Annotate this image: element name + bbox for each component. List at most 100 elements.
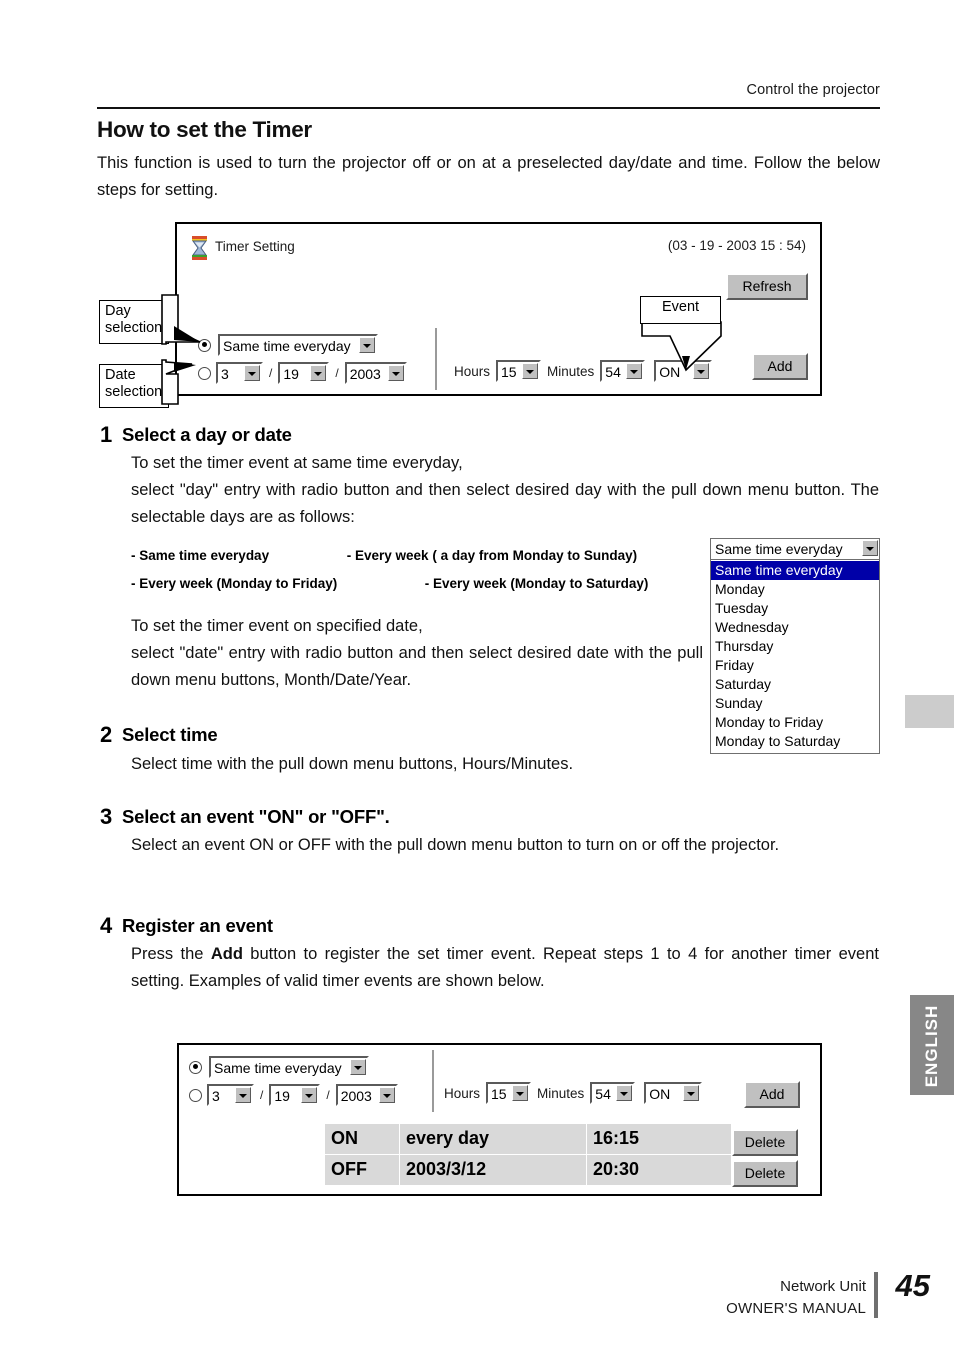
- time-selection-row-2: Hours 15 Minutes 54 ON: [444, 1082, 703, 1104]
- year-select[interactable]: 2003: [344, 362, 407, 384]
- event-time-cell: 16:15: [586, 1123, 732, 1155]
- delete-button-row-1[interactable]: Delete: [732, 1129, 798, 1156]
- dropdown-option-friday[interactable]: Friday: [711, 656, 879, 675]
- date-separator-2: /: [335, 366, 339, 380]
- chevron-down-icon[interactable]: [862, 540, 878, 556]
- dropdown-option-tuesday[interactable]: Tuesday: [711, 599, 879, 618]
- step-1-para-1: To set the timer event at same time ever…: [131, 454, 463, 472]
- day-dropdown-options[interactable]: Same time everyday Monday Tuesday Wednes…: [710, 560, 880, 754]
- chevron-down-icon[interactable]: [616, 1085, 633, 1101]
- day-options-row-1: - Same time everyday - Every week ( a da…: [131, 542, 691, 570]
- dropdown-option-sunday[interactable]: Sunday: [711, 694, 879, 713]
- step-1-para-2: select "day" entry with radio button and…: [131, 481, 879, 526]
- event-time-cell: 20:30: [586, 1154, 732, 1186]
- section-divider: [435, 328, 437, 390]
- step-3-text-b: or: [274, 836, 298, 854]
- hourglass-icon: [192, 236, 207, 260]
- dropdown-option-thursday[interactable]: Thursday: [711, 637, 879, 656]
- step-3-number: 3: [100, 804, 113, 829]
- day-option-1: - Same time everyday: [131, 548, 270, 563]
- day-dropdown-value: Same time everyday: [715, 541, 843, 557]
- event-type-cell: ON: [324, 1123, 400, 1155]
- chevron-down-icon[interactable]: [235, 1087, 251, 1103]
- day-dropdown-expanded[interactable]: Same time everyday Same time everyday Mo…: [710, 538, 880, 754]
- minutes-select[interactable]: 54: [600, 360, 646, 382]
- chevron-down-icon[interactable]: [350, 1059, 366, 1075]
- chevron-down-icon[interactable]: [378, 1087, 395, 1103]
- day-selection-row: Same time everyday: [198, 334, 378, 356]
- year-select-2[interactable]: 2003: [335, 1084, 398, 1106]
- dropdown-option-wednesday[interactable]: Wednesday: [711, 618, 879, 637]
- callout-event-pointer: [641, 321, 722, 372]
- step-3-text-c: with the pull down menu button to turn o…: [330, 836, 780, 854]
- event-type-cell: OFF: [324, 1154, 400, 1186]
- day-select[interactable]: Same time everyday: [218, 334, 378, 356]
- chevron-down-icon[interactable]: [244, 365, 260, 381]
- step-1-para-4: select "date" entry with radio button an…: [131, 644, 703, 689]
- day-of-month-select-2[interactable]: 19: [269, 1084, 321, 1106]
- chevron-down-icon[interactable]: [387, 365, 404, 381]
- date-radio-button-2[interactable]: [189, 1088, 202, 1102]
- dropdown-option-monday-to-friday[interactable]: Monday to Friday: [711, 713, 879, 732]
- day-option-3: - Every week (Monday to Friday): [131, 576, 338, 591]
- day-dropdown-field[interactable]: Same time everyday: [710, 538, 880, 560]
- step-3-text-a: Select an event: [131, 836, 250, 854]
- callout-date-pointer: [161, 359, 196, 405]
- footer-manual: OWNER'S MANUAL: [726, 1300, 866, 1317]
- step-2-para-1: Select time with the pull down menu butt…: [131, 755, 574, 773]
- step-4-text-b: button to register the set timer event. …: [131, 945, 879, 990]
- chevron-down-icon[interactable]: [301, 1087, 318, 1103]
- page-number: 45: [895, 1268, 930, 1303]
- step-1-para-3: To set the timer event on specified date…: [131, 617, 423, 635]
- date-selection-row: 3 / 19 / 2003: [198, 362, 407, 384]
- event-select-2[interactable]: ON: [644, 1082, 703, 1104]
- step-1-heading: Select a day or date: [122, 424, 292, 445]
- add-button[interactable]: Add: [752, 353, 808, 380]
- table-row: ON every day 16:15: [324, 1123, 732, 1155]
- delete-button-row-2[interactable]: Delete: [732, 1160, 798, 1187]
- month-select[interactable]: 3: [216, 362, 263, 384]
- footer-product: Network Unit: [780, 1278, 866, 1295]
- add-button-2[interactable]: Add: [744, 1081, 800, 1108]
- language-tab-label: ENGLISH: [922, 1004, 941, 1088]
- callout-event-label: Event: [661, 299, 700, 315]
- day-radio-button-2[interactable]: [189, 1060, 202, 1074]
- step-3-heading: Select an event "ON" or "OFF".: [122, 806, 390, 827]
- dropdown-option-monday[interactable]: Monday: [711, 580, 879, 599]
- day-select-2[interactable]: Same time everyday: [209, 1056, 369, 1078]
- registered-events-table: ON every day 16:15 OFF 2003/3/12 20:30: [324, 1123, 732, 1186]
- step-4-heading: Register an event: [122, 915, 273, 936]
- step-4-add-keyword: Add: [210, 945, 243, 963]
- day-of-month-select[interactable]: 19: [278, 362, 330, 384]
- dropdown-option-saturday[interactable]: Saturday: [711, 675, 879, 694]
- step-4-para-1: Press the Add button to register the set…: [131, 941, 879, 995]
- chevron-down-icon[interactable]: [310, 365, 327, 381]
- refresh-button[interactable]: Refresh: [726, 273, 808, 300]
- timer-setting-title: Timer Setting: [215, 239, 295, 254]
- hours-label-2: Hours: [444, 1085, 481, 1101]
- day-option-4: - Every week (Monday to Saturday): [424, 576, 649, 591]
- day-option-2: - Every week ( a day from Monday to Sund…: [346, 548, 638, 563]
- dropdown-option-same-time-everyday[interactable]: Same time everyday: [711, 561, 879, 580]
- timer-current-datetime: (03 - 19 - 2003 15 : 54): [667, 238, 806, 253]
- chevron-down-icon[interactable]: [359, 337, 375, 353]
- minutes-label: Minutes: [547, 363, 595, 379]
- date-separator-1: /: [269, 366, 273, 380]
- date-separator-2b: /: [326, 1088, 330, 1102]
- step-3-off: OFF: [297, 836, 331, 854]
- intro-paragraph: This function is used to turn the projec…: [97, 154, 880, 199]
- callout-day-pointer: [161, 294, 201, 345]
- date-separator-1b: /: [260, 1088, 264, 1102]
- chevron-down-icon[interactable]: [522, 363, 539, 379]
- month-select-2[interactable]: 3: [207, 1084, 254, 1106]
- hours-select-2[interactable]: 15: [486, 1082, 532, 1104]
- chevron-down-icon[interactable]: [512, 1085, 529, 1101]
- minutes-select-2[interactable]: 54: [590, 1082, 636, 1104]
- dropdown-option-monday-to-saturday[interactable]: Monday to Saturday: [711, 732, 879, 751]
- callout-event: Event: [640, 296, 721, 324]
- hours-select[interactable]: 15: [496, 360, 542, 382]
- language-tab-english: ENGLISH: [910, 995, 954, 1095]
- day-options-list: - Same time everyday - Every week ( a da…: [131, 542, 691, 598]
- chevron-down-icon[interactable]: [683, 1085, 700, 1101]
- step-1-number: 1: [100, 422, 113, 447]
